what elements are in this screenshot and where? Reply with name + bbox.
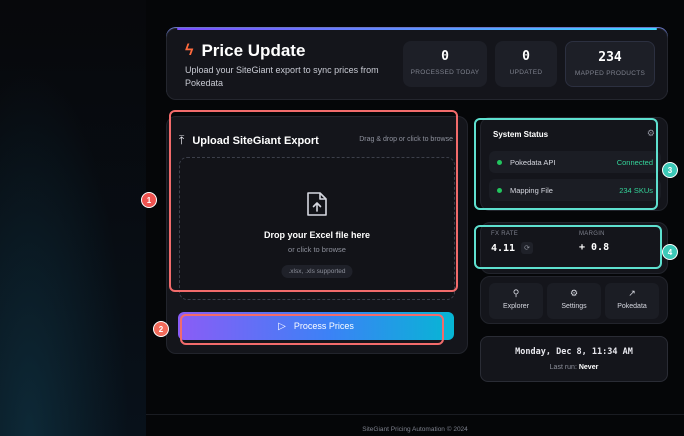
annotation-box-4 <box>474 225 662 269</box>
background-panel <box>0 0 146 436</box>
external-link-icon: ↗ <box>628 288 636 298</box>
annotation-box-3 <box>474 118 658 210</box>
pokedata-label: Pokedata <box>617 303 647 310</box>
explorer-label: Explorer <box>502 303 530 310</box>
settings-label: Settings <box>561 303 587 310</box>
pokedata-button[interactable]: ↗ Pokedata <box>605 283 659 319</box>
last-run: Last run: Never <box>481 364 667 371</box>
stat-processed-today: 0 PROCESSED TODAY <box>403 41 487 87</box>
header-card: ϟ Price Update Upload your SiteGiant exp… <box>166 28 668 100</box>
footer-text: SiteGiant Pricing Automation © 2024 <box>362 426 468 433</box>
lightning-icon: ϟ <box>185 42 194 59</box>
stat-value: 234 <box>598 50 622 65</box>
annotation-box-1 <box>169 110 458 292</box>
page-title: Price Update <box>201 41 306 60</box>
quick-links-card: ⚲ Explorer ⚙ Settings ↗ Pokedata <box>480 276 668 324</box>
explorer-button[interactable]: ⚲ Explorer <box>489 283 543 319</box>
stat-label: PROCESSED TODAY <box>410 69 480 76</box>
search-icon: ⚲ <box>512 288 520 298</box>
footer-divider <box>146 414 684 415</box>
gear-icon: ⚙ <box>569 288 579 298</box>
last-run-value: Never <box>578 364 599 371</box>
page-subtitle: Upload your SiteGiant export to sync pri… <box>185 65 379 88</box>
last-run-label: Last run: <box>549 364 577 371</box>
annotation-box-2 <box>180 314 444 345</box>
stat-value: 0 <box>522 49 530 64</box>
stat-label: UPDATED <box>509 69 543 76</box>
annotation-badge-3: 3 <box>662 162 678 178</box>
settings-button[interactable]: ⚙ Settings <box>547 283 601 319</box>
clock-card: Monday, Dec 8, 11:34 AM Last run: Never <box>480 336 668 382</box>
stat-updated: 0 UPDATED <box>495 41 557 87</box>
stat-value: 0 <box>441 49 449 64</box>
annotation-badge-4: 4 <box>662 244 678 260</box>
stat-mapped-products: 234 MAPPED PRODUCTS <box>565 41 655 87</box>
title-row: ϟ Price Update <box>185 41 305 61</box>
stat-label: MAPPED PRODUCTS <box>574 70 646 77</box>
annotation-badge-2: 2 <box>153 321 169 337</box>
current-datetime: Monday, Dec 8, 11:34 AM <box>515 347 633 357</box>
annotation-badge-1: 1 <box>141 192 157 208</box>
